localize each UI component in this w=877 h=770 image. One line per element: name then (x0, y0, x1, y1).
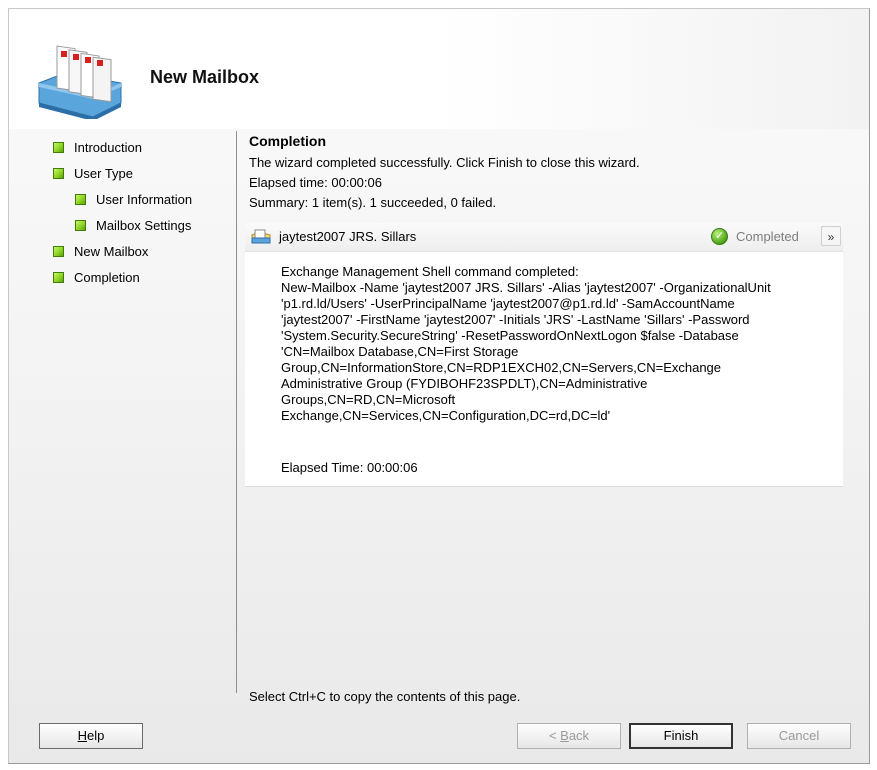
nav-item-label: Mailbox Settings (96, 218, 192, 233)
finish-button[interactable]: Finish (629, 723, 733, 749)
wizard-nav: Introduction User Type User Information … (53, 137, 233, 293)
back-button[interactable]: < Back (517, 723, 621, 749)
completion-message: The wizard completed successfully. Click… (249, 155, 640, 170)
task-details: Exchange Management Shell command comple… (245, 252, 843, 487)
nav-divider (236, 131, 237, 693)
cancel-button[interactable]: Cancel (747, 723, 851, 749)
copy-hint: Select Ctrl+C to copy the contents of th… (249, 689, 521, 704)
command-text: New-Mailbox -Name 'jaytest2007 JRS. Sill… (281, 280, 771, 423)
summary-text: Summary: 1 item(s). 1 succeeded, 0 faile… (249, 195, 497, 210)
nav-item-label: Introduction (74, 140, 142, 155)
nav-item-introduction[interactable]: Introduction (53, 137, 233, 163)
collapse-button[interactable]: » (821, 226, 841, 246)
wizard-header: New Mailbox (9, 9, 869, 129)
nav-item-completion[interactable]: Completion (53, 267, 233, 293)
page-heading: Completion (249, 133, 326, 149)
step-complete-icon (53, 246, 64, 258)
step-complete-icon (53, 272, 64, 284)
task-status: Completed (736, 229, 799, 244)
nav-item-mailbox-settings[interactable]: Mailbox Settings (53, 215, 233, 241)
mailbox-icon (251, 229, 271, 244)
task-name: jaytest2007 JRS. Sillars (279, 229, 417, 244)
step-complete-icon (75, 194, 86, 206)
step-complete-icon (53, 142, 64, 154)
wizard-window: New Mailbox Introduction User Type User … (8, 8, 870, 764)
nav-item-user-information[interactable]: User Information (53, 189, 233, 215)
back-button-label: < Back (548, 728, 590, 743)
nav-item-new-mailbox[interactable]: New Mailbox (53, 241, 233, 267)
nav-item-label: User Information (96, 192, 193, 207)
task-header: jaytest2007 JRS. Sillars ✓ Completed » (245, 223, 843, 252)
task-elapsed-time: Elapsed Time: 00:00:06 (281, 460, 418, 475)
step-complete-icon (53, 168, 64, 180)
nav-item-label: User Type (74, 166, 134, 181)
chevron-up-icon: » (827, 230, 835, 244)
nav-item-user-type[interactable]: User Type (53, 163, 233, 189)
command-header: Exchange Management Shell command comple… (281, 264, 579, 279)
elapsed-time: Elapsed time: 00:00:06 (249, 175, 382, 190)
success-check-icon: ✓ (711, 228, 728, 245)
finish-button-label: Finish (663, 728, 699, 743)
wizard-title: New Mailbox (150, 67, 260, 87)
step-complete-icon (75, 220, 86, 232)
nav-item-label: Completion (74, 270, 140, 285)
help-button-label: Help (77, 728, 105, 743)
nav-item-label: New Mailbox (74, 244, 149, 259)
mailbox-wizard-logo-icon (38, 45, 122, 119)
cancel-button-label: Cancel (778, 728, 820, 743)
help-button[interactable]: Help (39, 723, 143, 749)
completion-summary: Completion The wizard completed successf… (249, 133, 849, 213)
